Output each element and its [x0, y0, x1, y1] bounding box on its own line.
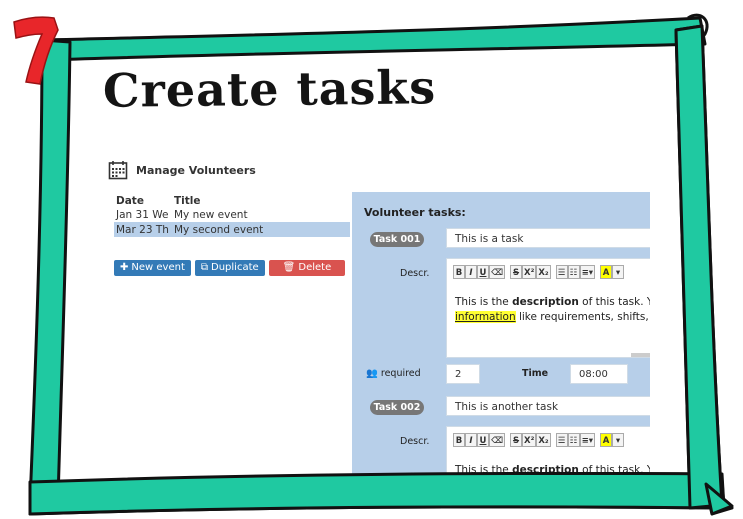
slide: 7 Create tasks Manage Volunteers Date Ti [0, 0, 743, 519]
frame-border-bottom-overlay [28, 24, 734, 516]
